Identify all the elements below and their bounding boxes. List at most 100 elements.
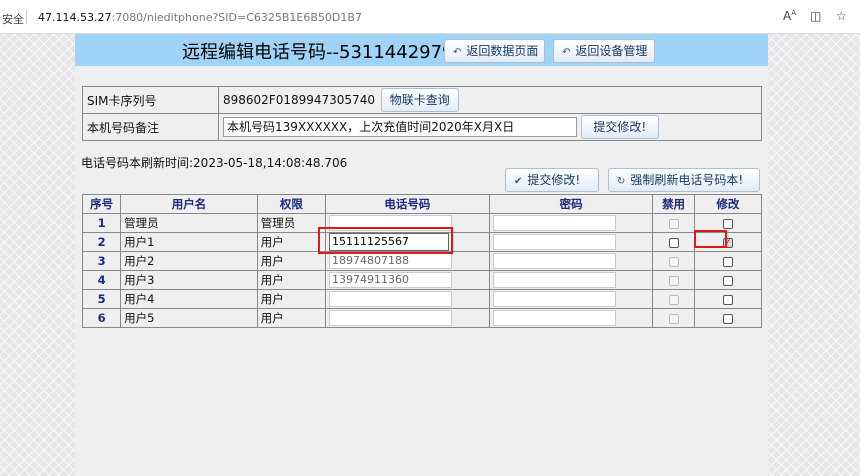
col-header-no: 序号: [81, 194, 122, 214]
disable-checkbox[interactable]: [668, 218, 679, 229]
main-panel: 远程编辑电话号码--53114429794 ↶ 返回数据页面 ↶ 返回设备管理 SI…: [75, 34, 768, 476]
modify-checkbox[interactable]: [722, 218, 733, 229]
user-name: 用户5: [120, 308, 258, 328]
back-data-button[interactable]: ↶ 返回数据页面: [444, 39, 545, 63]
address-divider: [26, 10, 27, 24]
back-arrow-icon: ↶: [453, 47, 462, 58]
iot-card-query-button[interactable]: 物联卡查询: [380, 88, 459, 112]
password-cell: [488, 270, 654, 290]
phone-note-label: 本机号码备注: [82, 113, 219, 141]
col-header-phone: 电话号码: [325, 194, 490, 214]
sim-info-table: SIM卡序列号 898602F0189947305740 物联卡查询 本机号码备…: [82, 86, 762, 141]
password-input[interactable]: [492, 310, 616, 326]
address-bar[interactable]: 安全 47.114.53.27:7080/nieditphone?SID=C63…: [0, 0, 860, 34]
disable-cell: [652, 270, 695, 290]
col-header-disable: 禁用: [652, 194, 695, 214]
phone-input[interactable]: [329, 291, 453, 307]
col-header-perm: 权限: [256, 194, 327, 214]
password-cell: [488, 308, 654, 328]
disable-checkbox[interactable]: [668, 256, 679, 267]
row-number: 6: [81, 308, 122, 328]
password-input[interactable]: [492, 234, 616, 250]
col-header-password: 密码: [488, 194, 654, 214]
password-cell: [488, 232, 654, 252]
table-row: 3 用户2 用户 18974807188: [81, 251, 763, 271]
user-name: 用户4: [120, 289, 258, 309]
url-text[interactable]: 47.114.53.27:7080/nieditphone?SID=C6325B…: [38, 11, 362, 24]
disable-checkbox[interactable]: [668, 294, 679, 305]
highlight-phone-box: [318, 227, 453, 254]
user-permission: 用户: [256, 270, 327, 290]
highlight-modify-box: [694, 230, 727, 248]
phone-note-input[interactable]: 本机号码139XXXXXX，上次充值时间2020年X月X日: [223, 117, 577, 137]
disable-checkbox[interactable]: [668, 313, 679, 324]
col-header-modify: 修改: [693, 194, 763, 214]
phone-note-row: 本机号码备注 本机号码139XXXXXX，上次充值时间2020年X月X日 提交修…: [82, 113, 762, 141]
url-path: :7080/nieditphone?SID=C6325B1E6B50D1B7: [111, 11, 362, 24]
disable-cell: [652, 213, 695, 233]
user-permission: 用户: [256, 232, 327, 252]
user-name: 管理员: [120, 213, 258, 233]
phone-cell: [325, 289, 490, 309]
modify-cell: [693, 308, 763, 328]
phone-input[interactable]: 13974911360: [329, 272, 453, 288]
sim-serial-row: SIM卡序列号 898602F0189947305740 物联卡查询: [82, 86, 762, 114]
user-name: 用户3: [120, 270, 258, 290]
back-device-button[interactable]: ↶ 返回设备管理: [553, 39, 655, 63]
title-bar: 远程编辑电话号码--53114429794 ↶ 返回数据页面 ↶ 返回设备管理: [75, 34, 768, 66]
table-row: 5 用户4 用户: [81, 289, 763, 309]
table-row: 6 用户5 用户: [81, 308, 763, 328]
page-title: 远程编辑电话号码--53114429794: [182, 42, 465, 63]
disable-checkbox[interactable]: [668, 237, 679, 248]
check-icon: ✔: [514, 176, 523, 187]
sim-serial-label: SIM卡序列号: [82, 86, 219, 114]
password-cell: [488, 251, 654, 271]
read-aloud-icon[interactable]: AA: [783, 9, 796, 23]
modify-cell: [693, 251, 763, 271]
user-name: 用户2: [120, 251, 258, 271]
table-row: 4 用户3 用户 13974911360: [81, 270, 763, 290]
modify-checkbox[interactable]: [722, 275, 733, 286]
row-number: 2: [81, 232, 122, 252]
row-number: 3: [81, 251, 122, 271]
disable-checkbox[interactable]: [668, 275, 679, 286]
disable-cell: [652, 308, 695, 328]
refresh-icon: ↻: [617, 176, 626, 187]
modify-checkbox[interactable]: [722, 294, 733, 305]
url-host: 47.114.53.27: [38, 11, 112, 24]
sim-serial-cell: 898602F0189947305740 物联卡查询: [218, 86, 762, 114]
force-refresh-button[interactable]: ↻ 强制刷新电话号码本!: [608, 168, 760, 192]
favorite-icon[interactable]: ☆: [836, 9, 847, 23]
users-header-row: 序号 用户名 权限 电话号码 密码 禁用 修改: [81, 194, 763, 214]
submit-changes-button[interactable]: ✔ 提交修改!: [505, 168, 599, 192]
modify-checkbox[interactable]: [722, 256, 733, 267]
phone-input[interactable]: [329, 310, 453, 326]
user-permission: 管理员: [256, 213, 327, 233]
password-input[interactable]: [492, 253, 616, 269]
sim-serial-value: 898602F0189947305740: [223, 93, 375, 107]
modify-cell: [693, 289, 763, 309]
split-screen-icon[interactable]: ◫: [810, 9, 821, 23]
password-input[interactable]: [492, 215, 616, 231]
modify-checkbox[interactable]: [722, 313, 733, 324]
password-input[interactable]: [492, 272, 616, 288]
user-permission: 用户: [256, 289, 327, 309]
phone-note-cell: 本机号码139XXXXXX，上次充值时间2020年X月X日 提交修改!: [218, 113, 762, 141]
modify-cell: [693, 270, 763, 290]
refresh-time: 电话号码本刷新时间:2023-05-18,14:08:48.706: [81, 156, 348, 170]
phone-input[interactable]: 18974807188: [329, 253, 453, 269]
user-name: 用户1: [120, 232, 258, 252]
col-header-name: 用户名: [120, 194, 258, 214]
user-permission: 用户: [256, 251, 327, 271]
disable-cell: [652, 251, 695, 271]
sim-submit-button[interactable]: 提交修改!: [580, 115, 659, 139]
disable-cell: [652, 289, 695, 309]
password-input[interactable]: [492, 291, 616, 307]
password-cell: [488, 289, 654, 309]
password-cell: [488, 213, 654, 233]
phone-cell: [325, 308, 490, 328]
users-table: 序号 用户名 权限 电话号码 密码 禁用 修改 1 管理员 管理员 2 用户1 用户 151…: [81, 194, 763, 328]
back-arrow-icon: ↶: [562, 47, 571, 58]
row-number: 5: [81, 289, 122, 309]
phone-cell: 13974911360: [325, 270, 490, 290]
